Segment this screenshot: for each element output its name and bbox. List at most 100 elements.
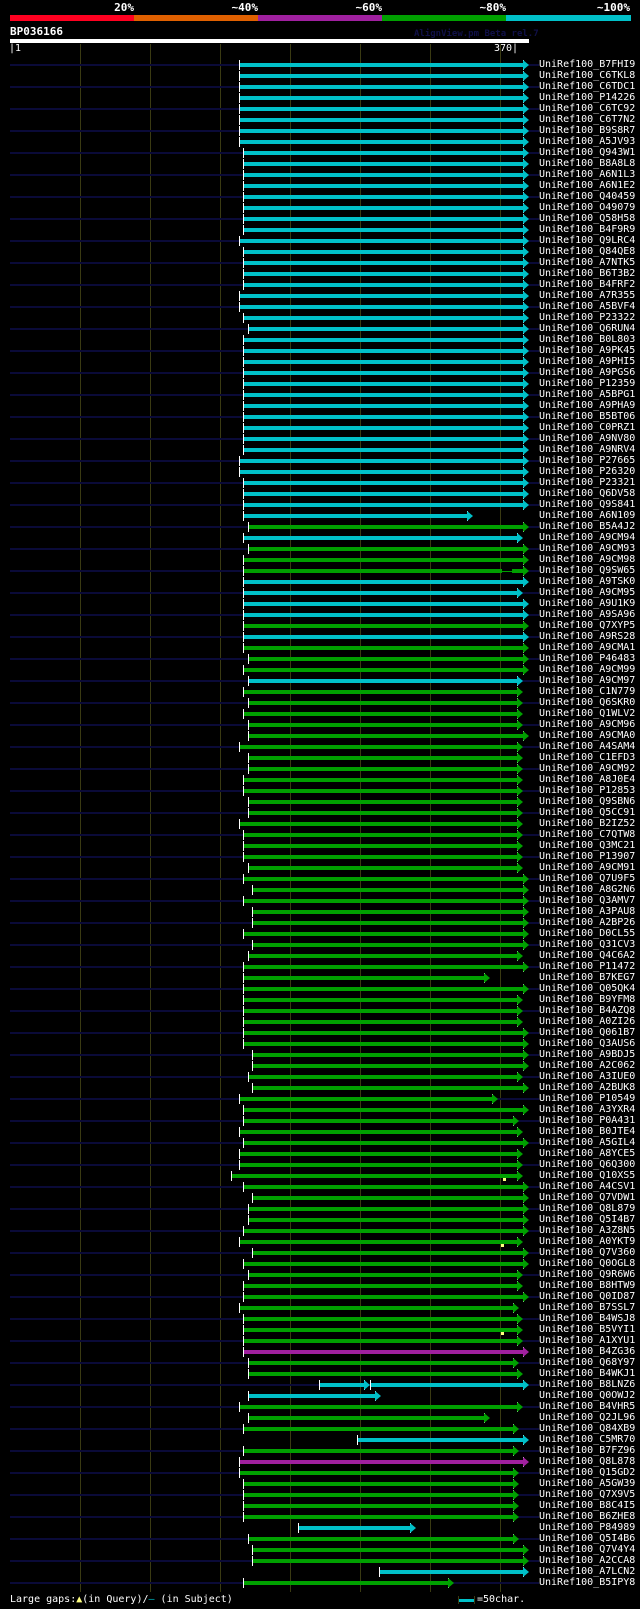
subject-id-label[interactable]: UniRef100_B7FZ96 — [539, 1445, 635, 1456]
subject-id-label[interactable]: UniRef100_A1XYU1 — [539, 1335, 635, 1346]
subject-id-label[interactable]: UniRef100_B9S8R7 — [539, 125, 635, 136]
subject-id-label[interactable]: UniRef100_A5GIL4 — [539, 1137, 635, 1148]
subject-id-label[interactable]: UniRef100_P0A431 — [539, 1115, 635, 1126]
subject-id-label[interactable]: UniRef100_A9TSK0 — [539, 576, 635, 587]
subject-id-label[interactable]: UniRef100_B8HTW9 — [539, 1280, 635, 1291]
subject-id-label[interactable]: UniRef100_B4FRF2 — [539, 279, 635, 290]
subject-id-label[interactable]: UniRef100_A9PHI5 — [539, 356, 635, 367]
subject-id-label[interactable]: UniRef100_A3PAU8 — [539, 906, 635, 917]
subject-id-label[interactable]: UniRef100_O49079 — [539, 202, 635, 213]
subject-id-label[interactable]: UniRef100_B6T3B2 — [539, 268, 635, 279]
subject-id-label[interactable]: UniRef100_A8G2N6 — [539, 884, 635, 895]
subject-id-label[interactable]: UniRef100_Q7XYP5 — [539, 620, 635, 631]
subject-id-label[interactable]: UniRef100_P46483 — [539, 653, 635, 664]
subject-id-label[interactable]: UniRef100_C6T7N2 — [539, 114, 635, 125]
subject-id-label[interactable]: UniRef100_B7SSL7 — [539, 1302, 635, 1313]
subject-id-label[interactable]: UniRef100_C6TC92 — [539, 103, 635, 114]
subject-id-label[interactable]: UniRef100_A9CMA1 — [539, 642, 635, 653]
subject-id-label[interactable]: UniRef100_A2C062 — [539, 1060, 635, 1071]
subject-id-label[interactable]: UniRef100_Q6RUN4 — [539, 323, 635, 334]
subject-id-label[interactable]: UniRef100_Q10XS5 — [539, 1170, 635, 1181]
subject-id-label[interactable]: UniRef100_Q68Y97 — [539, 1357, 635, 1368]
subject-id-label[interactable]: UniRef100_B5VYI1 — [539, 1324, 635, 1335]
subject-id-label[interactable]: UniRef100_Q15GD2 — [539, 1467, 635, 1478]
subject-id-label[interactable]: UniRef100_A9CM97 — [539, 675, 635, 686]
subject-id-label[interactable]: UniRef100_A9CM99 — [539, 664, 635, 675]
subject-id-label[interactable]: UniRef100_A9PHA9 — [539, 400, 635, 411]
subject-id-label[interactable]: UniRef100_A9NV80 — [539, 433, 635, 444]
subject-id-label[interactable]: UniRef100_P12853 — [539, 785, 635, 796]
subject-id-label[interactable]: UniRef100_Q3AMV7 — [539, 895, 635, 906]
subject-id-label[interactable]: UniRef100_Q5I4B6 — [539, 1533, 635, 1544]
subject-id-label[interactable]: UniRef100_B0L803 — [539, 334, 635, 345]
subject-id-label[interactable]: UniRef100_A9PGS6 — [539, 367, 635, 378]
subject-id-label[interactable]: UniRef100_D0CL55 — [539, 928, 635, 939]
subject-id-label[interactable]: UniRef100_A2CCA8 — [539, 1555, 635, 1566]
subject-id-label[interactable]: UniRef100_C6TDC1 — [539, 81, 635, 92]
subject-id-label[interactable]: UniRef100_B9YFM8 — [539, 994, 635, 1005]
subject-id-label[interactable]: UniRef100_B8C4I5 — [539, 1500, 635, 1511]
subject-id-label[interactable]: UniRef100_Q9SBN6 — [539, 796, 635, 807]
subject-id-label[interactable]: UniRef100_A9CM91 — [539, 862, 635, 873]
subject-id-label[interactable]: UniRef100_A8YCE5 — [539, 1148, 635, 1159]
subject-id-label[interactable]: UniRef100_Q0OGL8 — [539, 1258, 635, 1269]
subject-id-label[interactable]: UniRef100_B4AZQ8 — [539, 1005, 635, 1016]
subject-id-label[interactable]: UniRef100_Q061B7 — [539, 1027, 635, 1038]
subject-id-label[interactable]: UniRef100_A9PK45 — [539, 345, 635, 356]
subject-id-label[interactable]: UniRef100_P13907 — [539, 851, 635, 862]
subject-id-label[interactable]: UniRef100_Q5CC91 — [539, 807, 635, 818]
subject-id-label[interactable]: UniRef100_Q31CV3 — [539, 939, 635, 950]
subject-id-label[interactable]: UniRef100_P11472 — [539, 961, 635, 972]
subject-id-label[interactable]: UniRef100_Q5I4B7 — [539, 1214, 635, 1225]
subject-id-label[interactable]: UniRef100_A2BP26 — [539, 917, 635, 928]
subject-id-label[interactable]: UniRef100_Q84XB9 — [539, 1423, 635, 1434]
subject-id-label[interactable]: UniRef100_A9CM94 — [539, 532, 635, 543]
subject-id-label[interactable]: UniRef100_A8J0E4 — [539, 774, 635, 785]
subject-id-label[interactable]: UniRef100_Q7X9V5 — [539, 1489, 635, 1500]
subject-id-label[interactable]: UniRef100_Q40459 — [539, 191, 635, 202]
subject-id-label[interactable]: UniRef100_P23321 — [539, 477, 635, 488]
subject-id-label[interactable]: UniRef100_C0PRZ1 — [539, 422, 635, 433]
subject-id-label[interactable]: UniRef100_Q3AUS6 — [539, 1038, 635, 1049]
subject-id-label[interactable]: UniRef100_B4WKJ1 — [539, 1368, 635, 1379]
subject-id-label[interactable]: UniRef100_A3YXR4 — [539, 1104, 635, 1115]
subject-id-label[interactable]: UniRef100_A9RS28 — [539, 631, 635, 642]
subject-id-label[interactable]: UniRef100_P26320 — [539, 466, 635, 477]
subject-id-label[interactable]: UniRef100_P23322 — [539, 312, 635, 323]
subject-id-label[interactable]: UniRef100_A5JV93 — [539, 136, 635, 147]
subject-id-label[interactable]: UniRef100_A0YKT9 — [539, 1236, 635, 1247]
subject-id-label[interactable]: UniRef100_A9NRV4 — [539, 444, 635, 455]
subject-id-label[interactable]: UniRef100_Q3MC21 — [539, 840, 635, 851]
subject-id-label[interactable]: UniRef100_A5BVF4 — [539, 301, 635, 312]
subject-id-label[interactable]: UniRef100_C7QTW8 — [539, 829, 635, 840]
subject-id-label[interactable]: UniRef100_B5A4J2 — [539, 521, 635, 532]
subject-id-label[interactable]: UniRef100_A9U1K9 — [539, 598, 635, 609]
subject-id-label[interactable]: UniRef100_Q7V4Y4 — [539, 1544, 635, 1555]
subject-id-label[interactable]: UniRef100_Q8L879 — [539, 1203, 635, 1214]
subject-id-label[interactable]: UniRef100_A4CSV1 — [539, 1181, 635, 1192]
subject-id-label[interactable]: UniRef100_A9CM93 — [539, 543, 635, 554]
subject-id-label[interactable]: UniRef100_A9BDJ5 — [539, 1049, 635, 1060]
subject-id-label[interactable]: UniRef100_P10549 — [539, 1093, 635, 1104]
subject-id-label[interactable]: UniRef100_A9CMA0 — [539, 730, 635, 741]
subject-id-label[interactable]: UniRef100_A9SA96 — [539, 609, 635, 620]
subject-id-label[interactable]: UniRef100_C1N779 — [539, 686, 635, 697]
subject-id-label[interactable]: UniRef100_B5BT06 — [539, 411, 635, 422]
subject-id-label[interactable]: UniRef100_P84989 — [539, 1522, 635, 1533]
subject-id-label[interactable]: UniRef100_Q9S841 — [539, 499, 635, 510]
subject-id-label[interactable]: UniRef100_A2BUK8 — [539, 1082, 635, 1093]
subject-id-label[interactable]: UniRef100_A5BPG1 — [539, 389, 635, 400]
subject-id-label[interactable]: UniRef100_A3Z8N5 — [539, 1225, 635, 1236]
subject-id-label[interactable]: UniRef100_Q1WLV2 — [539, 708, 635, 719]
subject-id-label[interactable]: UniRef100_B4F9R9 — [539, 224, 635, 235]
subject-id-label[interactable]: UniRef100_Q0OWJ2 — [539, 1390, 635, 1401]
subject-id-label[interactable]: UniRef100_A9CM95 — [539, 587, 635, 598]
subject-id-label[interactable]: UniRef100_Q7U9F5 — [539, 873, 635, 884]
subject-id-label[interactable]: UniRef100_A6N109 — [539, 510, 635, 521]
subject-id-label[interactable]: UniRef100_Q4C6A2 — [539, 950, 635, 961]
subject-id-label[interactable]: UniRef100_A7R355 — [539, 290, 635, 301]
subject-id-label[interactable]: UniRef100_Q6Q300 — [539, 1159, 635, 1170]
subject-id-label[interactable]: UniRef100_Q9R6W6 — [539, 1269, 635, 1280]
subject-id-label[interactable]: UniRef100_A9CM96 — [539, 719, 635, 730]
subject-id-label[interactable]: UniRef100_Q9SW65 — [539, 565, 635, 576]
